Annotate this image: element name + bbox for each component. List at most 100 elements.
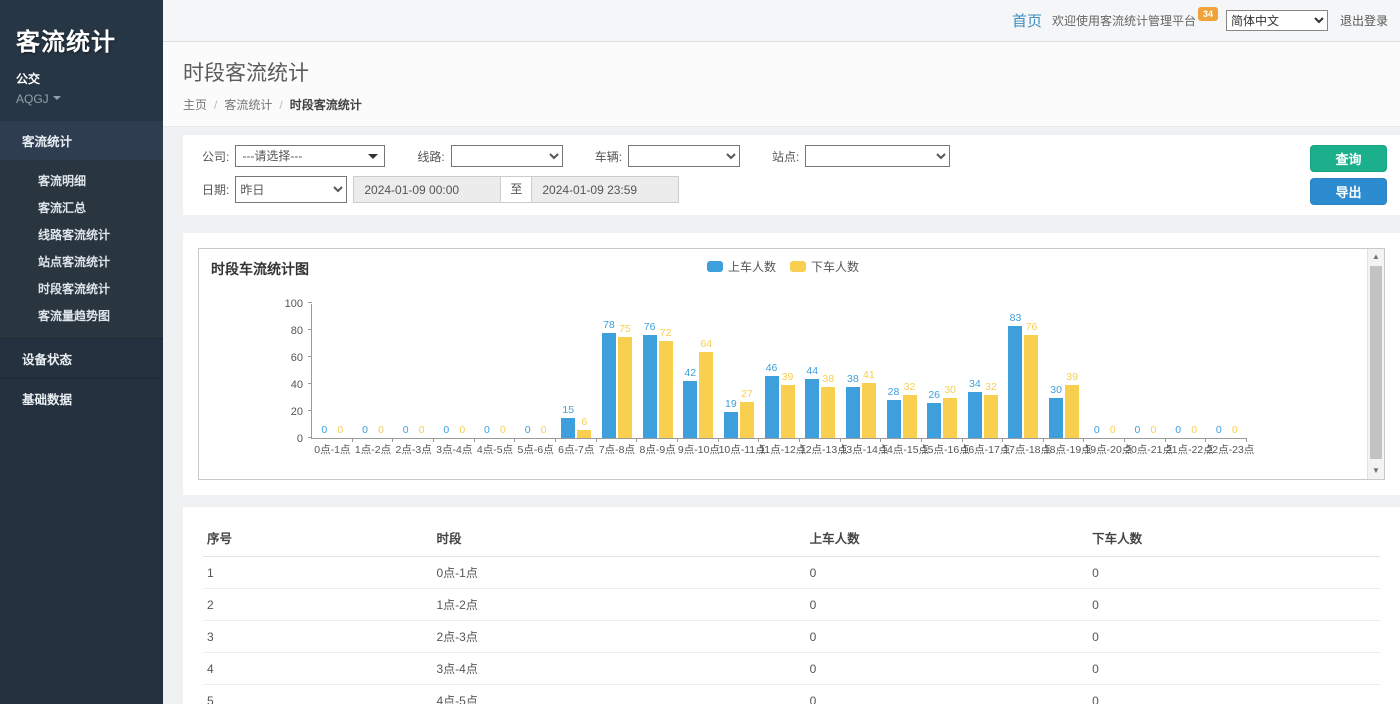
bar-value-label: 39: [782, 371, 794, 383]
bar-value-label: 0: [1191, 424, 1197, 436]
filter-panel: 公司: ---请选择--- 线路: 车辆: 站点: 日期:: [183, 135, 1400, 215]
chart-legend: 上车人数下车人数: [199, 258, 1367, 275]
company-label: 公司:: [202, 148, 229, 165]
bar-alighting: 72: [659, 341, 673, 438]
bar-value-label: 46: [766, 362, 778, 374]
chart-scrollbar[interactable]: ▲ ▼: [1367, 249, 1384, 479]
org-name: 公交: [16, 70, 147, 87]
company-select-wrap: ---请选择---: [235, 145, 385, 167]
x-axis-tick-label: 16点-17点: [963, 442, 1004, 457]
y-axis-tick-mark: [308, 437, 312, 438]
vehicle-select[interactable]: [628, 145, 740, 167]
bar-group: 000点-1点: [312, 304, 353, 438]
x-axis-tick-label: 3点-4点: [434, 442, 475, 457]
bar-boarding: 38: [846, 387, 860, 438]
x-axis-tick-label: 0点-1点: [312, 442, 353, 457]
bar-value-label: 42: [684, 367, 696, 379]
notification-badge[interactable]: 34: [1198, 7, 1218, 21]
legend-item-alighting[interactable]: 下车人数: [790, 258, 859, 275]
bar-boarding: 15: [561, 418, 575, 438]
line-select[interactable]: [451, 145, 563, 167]
y-axis-tick-label: 60: [291, 352, 303, 364]
breadcrumb-item[interactable]: 客流统计: [224, 98, 272, 112]
table-cell: 1点-2点: [433, 589, 806, 621]
query-button[interactable]: 查询: [1310, 145, 1387, 172]
export-button[interactable]: 导出: [1310, 178, 1387, 205]
legend-item-boarding[interactable]: 上车人数: [707, 258, 776, 275]
sidebar-item[interactable]: 时段客流统计: [0, 275, 163, 302]
table-cell: 0: [1088, 685, 1380, 704]
page-title: 时段客流统计: [183, 57, 1380, 87]
date-label: 日期:: [202, 181, 229, 198]
x-axis-tick-label: 4点-5点: [475, 442, 516, 457]
logout-link[interactable]: 退出登录: [1340, 12, 1388, 29]
sidebar-section[interactable]: 设备状态: [0, 338, 163, 378]
y-axis-tick-label: 80: [291, 325, 303, 337]
table-cell: 0: [1088, 557, 1380, 589]
bar-alighting: 75: [618, 337, 632, 438]
sidebar-item[interactable]: 客流汇总: [0, 194, 163, 221]
date-preset-select[interactable]: 昨日: [235, 176, 347, 203]
sidebar-menu: 客流统计客流明细客流汇总线路客流统计站点客流统计时段客流统计客流量趋势图设备状态…: [0, 120, 163, 418]
date-range-group: 至: [353, 176, 679, 203]
bar-value-label: 0: [500, 424, 506, 436]
bar-value-label: 0: [1110, 424, 1116, 436]
table-header-cell: 序号: [203, 519, 433, 557]
sidebar-item[interactable]: 线路客流统计: [0, 221, 163, 248]
sidebar-item[interactable]: 客流量趋势图: [0, 302, 163, 329]
bar-group: 0021点-22点: [1166, 304, 1207, 438]
table-header-cell: 下车人数: [1088, 519, 1380, 557]
bar-alighting: 30: [943, 398, 957, 439]
sidebar-item[interactable]: 客流明细: [0, 167, 163, 194]
bar-value-label: 76: [644, 321, 656, 333]
language-select[interactable]: 简体中文: [1226, 10, 1328, 31]
scroll-up-arrow-icon[interactable]: ▲: [1368, 249, 1384, 265]
bar-value-label: 0: [1232, 424, 1238, 436]
bar-boarding: 44: [805, 379, 819, 438]
breadcrumb-item[interactable]: 主页: [183, 98, 207, 112]
station-select[interactable]: [805, 145, 950, 167]
bar-group: 263015点-16点: [922, 304, 963, 438]
breadcrumb: 主页/客流统计/时段客流统计: [183, 96, 1380, 113]
bar-alighting: 39: [781, 385, 795, 438]
x-axis-tick-label: 21点-22点: [1166, 442, 1207, 457]
table-cell: 3点-4点: [433, 653, 806, 685]
bar-value-label: 39: [1066, 371, 1078, 383]
x-axis-tick-label: 13点-14点: [841, 442, 882, 457]
bar-value-label: 0: [419, 424, 425, 436]
home-link[interactable]: 首页: [1012, 10, 1042, 31]
scrollbar-thumb[interactable]: [1370, 266, 1382, 459]
date-to-input[interactable]: [531, 176, 679, 203]
bar-alighting: 64: [699, 352, 713, 438]
table-header-cell: 上车人数: [806, 519, 1088, 557]
bar-value-label: 83: [1010, 312, 1022, 324]
x-axis-tick-label: 8点-9点: [637, 442, 678, 457]
bar-value-label: 0: [321, 424, 327, 436]
bar-group: 0019点-20点: [1084, 304, 1125, 438]
bar-alighting: 76: [1024, 335, 1038, 438]
org-code-dropdown[interactable]: AQGJ: [16, 92, 147, 106]
date-from-input[interactable]: [353, 176, 501, 203]
x-axis-tick-label: 14点-15点: [881, 442, 922, 457]
table-row: 43点-4点00: [203, 653, 1380, 685]
bar-value-label: 0: [1216, 424, 1222, 436]
range-separator: 至: [500, 176, 532, 203]
x-axis-tick-label: 2点-3点: [393, 442, 434, 457]
chart-container: 时段车流统计图 上车人数下车人数 000点-1点001点-2点002点-3点00…: [198, 248, 1385, 480]
scroll-down-arrow-icon[interactable]: ▼: [1368, 463, 1384, 479]
bar-group: 003点-4点: [434, 304, 475, 438]
brand-block: 客流统计 公交 AQGJ: [0, 0, 163, 120]
bar-group: 0022点-23点: [1206, 304, 1247, 438]
sidebar-item[interactable]: 站点客流统计: [0, 248, 163, 275]
x-axis-tick-label: 17点-18点: [1003, 442, 1044, 457]
legend-label: 上车人数: [728, 258, 776, 275]
sidebar-section[interactable]: 客流统计: [0, 120, 163, 160]
company-select[interactable]: ---请选择---: [235, 145, 385, 167]
x-axis-tick-label: 15点-16点: [922, 442, 963, 457]
sidebar-section[interactable]: 基础数据: [0, 378, 163, 418]
table-cell: 2: [203, 589, 433, 621]
table-row: 21点-2点00: [203, 589, 1380, 621]
table-panel: 序号时段上车人数下车人数 10点-1点0021点-2点0032点-3点0043点…: [183, 507, 1400, 704]
welcome-text: 欢迎使用客流统计管理平台: [1052, 12, 1196, 29]
sidebar-submenu: 客流明细客流汇总线路客流统计站点客流统计时段客流统计客流量趋势图: [0, 160, 163, 338]
